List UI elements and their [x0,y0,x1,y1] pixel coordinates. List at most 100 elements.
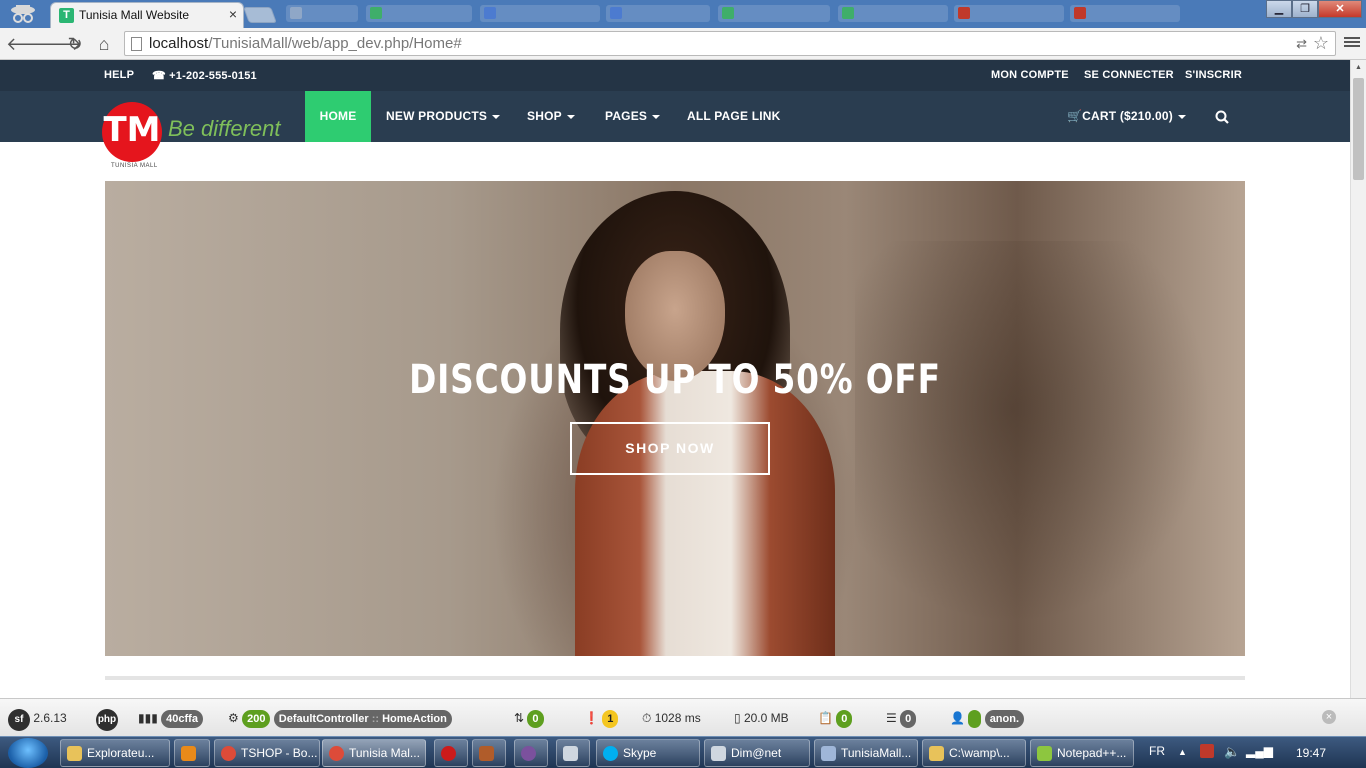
hero-banner: DISCOUNTS UP TO 50% OFF SHOP NOW [105,181,1245,656]
tab-close-icon[interactable]: × [229,6,237,22]
taskbar-chrome-tshop[interactable]: TSHOP - Bo... [214,739,320,767]
list-icon: ☰ [886,711,901,725]
taskbar-viber[interactable] [514,739,548,767]
minimize-button[interactable]: ▁ [1266,0,1292,18]
nav-home[interactable]: HOME [305,91,371,142]
taskbar-chrome-tunisia[interactable]: Tunisia Mal... [322,739,426,767]
background-tab[interactable] [480,5,600,22]
clipboard-icon: 📋 [818,711,837,725]
taskbar-explorer[interactable]: Explorateu... [60,739,170,767]
translate-icon[interactable]: ⇄ [1296,36,1307,52]
taskbar-tunisiamall[interactable]: TunisiaMall... [814,739,918,767]
phone-icon: ☎ [152,70,170,82]
time-panel[interactable]: ⏱ 1028 ms [642,707,701,729]
bookmark-star-icon[interactable]: ☆ [1313,33,1329,54]
background-tab[interactable] [286,5,358,22]
tab-tunisia-mall[interactable]: T Tunisia Mall Website × [50,2,244,28]
hero-model-body [575,371,835,656]
php-info[interactable]: php [96,707,118,731]
folder-icon [67,746,82,761]
home-icon[interactable]: ⌂ [93,33,115,55]
network-icon[interactable]: ▂▄▆ [1246,744,1273,758]
reload-icon[interactable]: ↻ [64,33,86,55]
logo-caption: TUNISIA MALL [111,163,158,169]
nav-pages[interactable]: PAGES [590,91,675,142]
site-logo[interactable]: TM [102,102,162,162]
new-tab-button[interactable] [243,7,277,23]
taskbar-notepadpp[interactable]: Notepad++... [1030,739,1134,767]
symfony-debug-toolbar: sf 2.6.13 php ▮▮▮ 40cffa ⚙ 200 DefaultCo… [0,698,1366,736]
request-info[interactable]: ⚙ 200 DefaultController :: HomeAction [228,707,452,729]
symfony-version[interactable]: sf 2.6.13 [8,707,67,731]
tray-expand-icon[interactable]: ▲ [1178,747,1187,757]
page-scrollbar[interactable]: ▲ [1350,60,1366,698]
login-link[interactable]: SE CONNECTER [1084,69,1174,81]
shop-now-button[interactable]: SHOP NOW [570,422,770,475]
logs-panel[interactable]: ❗ 1 [584,707,619,729]
chrome-icon [221,746,236,761]
page-icon [131,37,142,51]
volume-icon[interactable]: 🔈 [1224,744,1240,760]
scroll-up-icon[interactable]: ▲ [1355,64,1362,71]
phone-contact: ☎ +1-202-555-0151 [152,70,257,82]
address-bar[interactable]: localhost/TunisiaMall/web/app_dev.php/Ho… [124,31,1336,56]
background-tab[interactable] [838,5,948,22]
tray-language[interactable]: FR [1149,744,1165,758]
taskbar-calculator[interactable] [556,739,590,767]
register-link[interactable]: S'INSCRIR [1185,69,1242,81]
nav-shop[interactable]: SHOP [512,91,590,142]
profiler-token[interactable]: ▮▮▮ 40cffa [138,707,203,729]
symfony-logo-icon: sf [8,709,30,731]
stopwatch-icon: ⏱ [642,711,655,725]
brand-tagline: Be different [168,116,281,141]
help-link[interactable]: HELP [104,69,134,81]
chrome-icon [329,746,344,761]
taskbar-opera[interactable] [434,739,468,767]
hero-shadow-texture [855,241,1245,656]
background-tab[interactable] [718,5,830,22]
folder-icon [929,746,944,761]
cube-icon [821,746,836,761]
window-controls: ▁ ❐ ✕ [1266,0,1362,20]
db-panel[interactable]: 📋 0 [818,707,853,729]
memory-panel[interactable]: ▯ 20.0 MB [734,707,789,729]
search-icon[interactable] [1200,91,1244,142]
section-divider [105,676,1245,680]
tray-app-icon[interactable] [1200,744,1214,758]
close-toolbar-icon[interactable]: × [1322,710,1336,724]
user-status-icon [968,710,982,728]
start-button[interactable] [8,738,48,768]
close-window-button[interactable]: ✕ [1318,0,1362,18]
forms-panel[interactable]: ⇅ 0 [514,707,544,729]
background-tab[interactable] [954,5,1064,22]
background-tab[interactable] [606,5,710,22]
taskbar-skype[interactable]: Skype [596,739,700,767]
taskbar-app[interactable] [472,739,506,767]
mail-icon [711,746,726,761]
scrollbar-thumb[interactable] [1353,78,1364,180]
taskbar-dimnet[interactable]: Dim@net [704,739,810,767]
caret-down-icon [492,114,501,119]
back-icon[interactable]: 🡐 [6,33,54,55]
nav-all-page-link[interactable]: ALL PAGE LINK [672,91,796,142]
background-tab[interactable] [366,5,472,22]
queries-panel[interactable]: ☰ 0 [886,707,917,729]
forward-icon[interactable]: 🡒 [34,33,82,55]
maximize-button[interactable]: ❐ [1292,0,1318,18]
nav-new-products[interactable]: NEW PRODUCTS [371,91,515,142]
nav-cart[interactable]: 🛒CART ($210.00) [1052,91,1201,142]
tray-clock[interactable]: 19:47 [1296,746,1326,760]
media-player-icon [181,746,196,761]
caret-down-icon [652,114,661,119]
url-text: localhost/TunisiaMall/web/app_dev.php/Ho… [149,35,462,52]
taskbar-wamp-folder[interactable]: C:\wamp\... [922,739,1026,767]
background-tab[interactable] [1070,5,1180,22]
my-account-link[interactable]: MON COMPTE [991,69,1069,81]
browser-tabstrip: T Tunisia Mall Website × ▁ ❐ ✕ [0,0,1366,28]
site-favicon-icon: T [59,8,74,23]
taskbar-media-player[interactable] [174,739,210,767]
security-panel[interactable]: 👤 anon. [950,707,1025,729]
chrome-menu-icon[interactable] [1344,35,1360,51]
site-topbar: HELP ☎ +1-202-555-0151 MON COMPTE SE CON… [0,60,1350,91]
memory-icon: ▯ [734,711,744,725]
